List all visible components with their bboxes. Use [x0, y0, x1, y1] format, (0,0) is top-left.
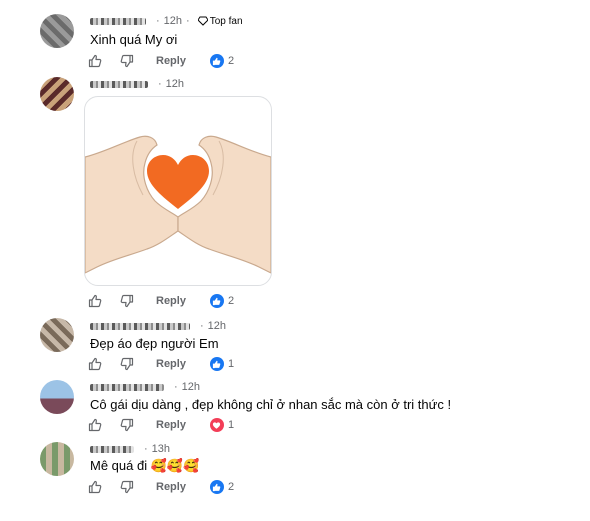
comment-actions: Reply 1 — [88, 357, 234, 371]
thumbs-up-icon[interactable] — [88, 294, 102, 308]
reaction-count: 2 — [227, 481, 235, 493]
reaction-summary[interactable]: 1 — [209, 357, 235, 371]
comment-actions: Reply 2 — [88, 480, 234, 494]
like-reaction-icon — [209, 480, 224, 494]
comment-text: Xinh quá My ơi — [90, 32, 178, 47]
reaction-count: 1 — [227, 358, 235, 370]
blurred-name[interactable] — [90, 80, 148, 88]
comment-meta: · 12h — [90, 320, 226, 332]
comment-meta: · 12h — [90, 381, 200, 393]
reply-button[interactable]: Reply — [156, 295, 186, 307]
comment-meta: · 12h · Top fan — [90, 15, 243, 27]
top-fan-badge: Top fan — [197, 15, 243, 27]
reply-button[interactable]: Reply — [156, 358, 186, 370]
reaction-count: 1 — [227, 419, 235, 431]
comment-actions: Reply 2 — [88, 54, 234, 68]
avatar[interactable] — [40, 77, 74, 111]
timestamp[interactable]: 12h — [164, 15, 182, 27]
like-reaction-icon — [209, 54, 224, 68]
comment-meta: · 12h — [90, 78, 184, 90]
avatar[interactable] — [40, 442, 74, 476]
reaction-summary[interactable]: 2 — [209, 294, 235, 308]
blurred-name[interactable] — [90, 383, 164, 391]
thumbs-down-icon[interactable] — [120, 480, 134, 494]
reply-button[interactable]: Reply — [156, 55, 186, 67]
blurred-name[interactable] — [90, 445, 134, 453]
heart-hands-sticker[interactable] — [84, 96, 272, 286]
comment-meta: · 13h — [90, 443, 170, 455]
love-reaction-icon — [209, 418, 224, 432]
blurred-name[interactable] — [90, 17, 146, 25]
avatar[interactable] — [40, 380, 74, 414]
timestamp[interactable]: 12h — [182, 381, 200, 393]
badge-label: Top fan — [209, 15, 243, 27]
reply-button[interactable]: Reply — [156, 481, 186, 493]
thumbs-up-icon[interactable] — [88, 54, 102, 68]
diamond-icon — [197, 16, 208, 26]
avatar[interactable] — [40, 318, 74, 352]
thumbs-down-icon[interactable] — [120, 357, 134, 371]
heart-hands-icon — [85, 135, 271, 274]
timestamp[interactable]: 13h — [152, 443, 170, 455]
reaction-summary[interactable]: 2 — [209, 480, 235, 494]
blurred-name[interactable] — [90, 322, 190, 330]
thumbs-down-icon[interactable] — [120, 54, 134, 68]
comment-actions: Reply 1 — [88, 418, 234, 432]
comment-text: Cô gái dịu dàng , đẹp không chỉ ở nhan s… — [90, 397, 452, 412]
like-reaction-icon — [209, 357, 224, 371]
thumbs-down-icon[interactable] — [120, 418, 134, 432]
thumbs-up-icon[interactable] — [88, 357, 102, 371]
reaction-count: 2 — [227, 295, 235, 307]
reply-button[interactable]: Reply — [156, 419, 186, 431]
reaction-summary[interactable]: 1 — [209, 418, 235, 432]
thumbs-down-icon[interactable] — [120, 294, 134, 308]
reaction-summary[interactable]: 2 — [209, 54, 235, 68]
avatar[interactable] — [40, 14, 74, 48]
comment-text: Mê quá đi 🥰🥰🥰 — [90, 458, 200, 473]
timestamp[interactable]: 12h — [208, 320, 226, 332]
reaction-count: 2 — [227, 55, 235, 67]
comment-text: Đẹp áo đẹp người Em — [90, 336, 219, 351]
timestamp[interactable]: 12h — [166, 78, 184, 90]
thumbs-up-icon[interactable] — [88, 480, 102, 494]
like-reaction-icon — [209, 294, 224, 308]
comment-actions: Reply 2 — [88, 294, 234, 308]
thumbs-up-icon[interactable] — [88, 418, 102, 432]
